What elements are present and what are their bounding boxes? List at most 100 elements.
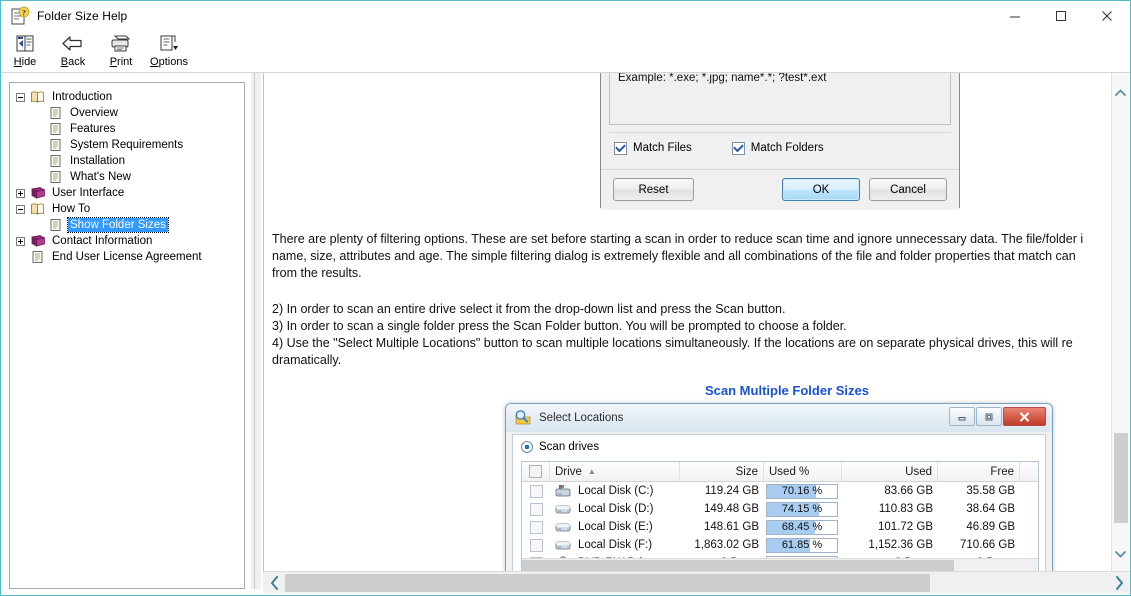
row-checkbox[interactable] [522,536,550,554]
chevron-left-icon[interactable] [263,572,285,594]
used-percent-bar: 70.16 % [766,484,838,499]
page-icon [48,218,64,232]
match-folders-checkbox[interactable]: Match Folders [732,142,824,155]
checkbox-icon [530,503,543,516]
cell-drive: Local Disk (C:) [550,482,680,500]
help-topic-tree[interactable]: Introduction Overview FeaturesSystem Requi… [10,83,244,265]
panel-splitter[interactable] [251,73,261,589]
window-controls [992,1,1130,31]
collapse-icon[interactable] [16,205,25,214]
tree-item-features[interactable]: Features [16,121,244,137]
cell-used: 1,152.36 GB [842,536,938,554]
horizontal-scroll-track[interactable] [285,572,1108,594]
toolbar-label-options: Options [150,56,188,68]
column-header-drive[interactable]: Drive ▲ [550,462,680,481]
match-files-checkbox[interactable]: Match Files [614,142,692,155]
grid-scroll-thumb[interactable] [522,560,954,571]
page-icon [30,250,46,264]
column-header-used[interactable]: Used [842,462,938,481]
filter-button-row: Reset OK Cancel [601,169,959,210]
tree-spacer [34,141,43,150]
cell-free: 710.66 GB [938,536,1020,554]
row-checkbox[interactable] [522,500,550,518]
vertical-scroll-thumb[interactable] [1114,433,1128,523]
grid-horizontal-scrollbar[interactable] [522,558,1038,572]
toolbar-label-hide: Hide [14,56,37,68]
hide-pane-icon [14,33,36,55]
tree-item-show-folder-sizes[interactable]: Show Folder Sizes [16,217,244,233]
page-icon [48,154,64,168]
tree-item-end-user-license-agreement[interactable]: End User License Agreement [16,249,244,265]
ok-button[interactable]: OK [782,178,860,201]
filter-example-text: Example: *.exe; *.jpg; name*.*; ?test*.e… [618,73,826,84]
minimize-icon[interactable] [992,1,1038,31]
close-icon[interactable] [1084,1,1130,31]
column-header-used-pct[interactable]: Used % [764,462,842,481]
tree-item-contact-information[interactable]: Contact Information [16,233,244,249]
hard-drive-icon [555,538,572,552]
toolbar-button-hide[interactable]: Hide [1,33,49,73]
tree-item-how-to[interactable]: How To [16,201,244,217]
checkbox-icon [530,485,543,498]
table-row[interactable]: Local Disk (F:)1,863.02 GB61.85 %1,152.3… [522,536,1038,554]
table-row[interactable]: Local Disk (C:)119.24 GB70.16 %83.66 GB3… [522,482,1038,500]
toolbar-button-back[interactable]: Back [49,33,97,73]
expand-icon[interactable] [16,237,25,246]
chevron-down-icon[interactable] [1112,544,1129,563]
tree-item-label: Overview [68,106,120,120]
tree-item-introduction[interactable]: Introduction [16,89,244,105]
cancel-button[interactable]: Cancel [869,178,947,201]
cell-size: 149.48 GB [680,500,764,518]
cell-drive: Local Disk (E:) [550,518,680,536]
tree-item-overview[interactable]: Overview [16,105,244,121]
row-checkbox[interactable] [522,518,550,536]
minimize-icon[interactable] [949,407,975,426]
cell-drive-label: Local Disk (C:) [578,485,653,497]
maximize-icon[interactable] [1038,1,1084,31]
toolbar-button-options[interactable]: Options [145,33,193,73]
used-percent-label: 61.85 % [782,539,822,551]
cell-drive-label: Local Disk (E:) [578,521,653,533]
scan-drives-radio[interactable]: Scan drives [521,441,599,453]
used-percent-label: 68.45 % [782,521,822,533]
restore-icon[interactable] [976,407,1002,426]
match-folders-label: Match Folders [751,142,824,154]
tree-item-installation[interactable]: Installation [16,153,244,169]
close-icon[interactable] [1003,407,1046,426]
select-locations-body: Scan drives Drive ▲ Size Us [512,434,1046,573]
radio-selected-icon [521,441,533,453]
used-percent-label: 70.16 % [782,485,822,497]
chevron-up-icon[interactable] [1112,83,1129,102]
tree-item-system-requirements[interactable]: System Requirements [16,137,244,153]
select-all-header[interactable] [522,462,550,481]
cell-size: 148.61 GB [680,518,764,536]
row-checkbox[interactable] [522,482,550,500]
tree-item-what-s-new[interactable]: What's New [16,169,244,185]
toolbar-label-print: Print [110,56,133,68]
content-vertical-scrollbar[interactable] [1111,73,1129,573]
tree-item-label: Features [68,122,117,136]
horizontal-scroll-thumb[interactable] [285,574,930,592]
cell-free: 46.89 GB [938,518,1020,536]
tree-item-label: Introduction [50,90,114,104]
hard-drive-icon [555,502,572,516]
toolbar: Hide Back Print [1,31,1130,73]
column-header-free[interactable]: Free [938,462,1020,481]
tree-item-user-interface[interactable]: User Interface [16,185,244,201]
column-header-size[interactable]: Size [680,462,764,481]
toolbar-button-print[interactable]: Print [97,33,145,73]
cell-free: 38.64 GB [938,500,1020,518]
tree-spacer [34,157,43,166]
table-row[interactable]: Local Disk (D:)149.48 GB74.15 %110.83 GB… [522,500,1038,518]
reset-button[interactable]: Reset [613,178,694,201]
tree-item-label: Contact Information [50,234,154,248]
chevron-right-icon[interactable] [1108,572,1130,594]
paragraph-filtering-options: There are plenty of filtering options. T… [272,231,1119,282]
used-percent-bar: 68.45 % [766,520,838,535]
table-row[interactable]: Local Disk (E:) 148.61 GB 68.45 % 101.72 GB… [522,518,1038,536]
collapse-icon[interactable] [16,93,25,102]
expand-icon[interactable] [16,189,25,198]
cell-used: 101.72 GB [842,518,938,536]
content-horizontal-scrollbar[interactable] [263,571,1130,594]
drives-grid: Drive ▲ Size Used % Used Free Local Disk… [521,461,1039,573]
